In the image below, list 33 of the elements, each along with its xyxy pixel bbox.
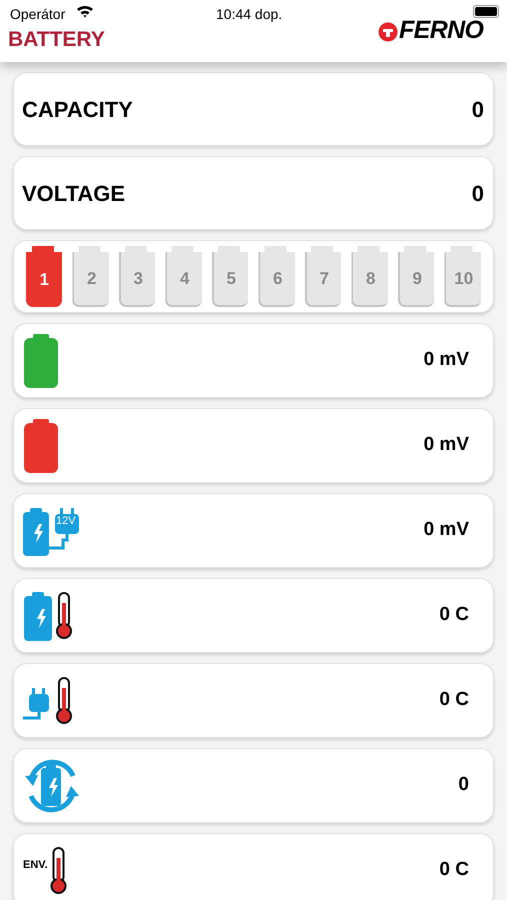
reading-value: 0 mV — [424, 518, 469, 542]
thermometer-icon — [48, 846, 69, 896]
battery-icon — [23, 334, 59, 388]
reading-value: 0 C — [439, 688, 469, 712]
battery-tab[interactable]: 5 — [212, 246, 248, 307]
battery-icon — [23, 418, 59, 472]
battery-tab[interactable]: 10 — [444, 246, 481, 307]
logo-mark-icon — [378, 22, 398, 42]
battery-status-icon — [473, 5, 499, 18]
summary-value: 0 — [472, 96, 484, 124]
summary-label: CAPACITY — [22, 96, 133, 124]
battery-tab[interactable]: 6 — [258, 246, 295, 307]
battery-tab[interactable]: 7 — [304, 246, 342, 307]
reading-value: 0 — [458, 773, 469, 798]
battery-tab[interactable]: 2 — [72, 246, 109, 307]
battery-tab[interactable]: 3 — [118, 246, 156, 307]
reading-value: 0 C — [439, 603, 469, 628]
status-time: 10:44 dop. — [216, 5, 282, 24]
reading-value: 0 C — [439, 858, 469, 882]
carrier-name: Operátor — [10, 5, 66, 24]
summary-label: VOLTAGE — [22, 180, 126, 208]
brand-logo: FERNO — [399, 18, 484, 43]
voltage-label: 12V — [56, 516, 76, 526]
summary-value: 0 — [472, 180, 484, 208]
battery-tab[interactable]: 4 — [165, 246, 202, 307]
wifi-icon — [76, 4, 94, 18]
env-label: ENV. — [23, 858, 48, 873]
battery-tab[interactable]: 8 — [351, 246, 388, 307]
battery-tab[interactable]: 9 — [398, 246, 434, 307]
reading-value: 0 mV — [424, 433, 469, 458]
reading-value: 0 mV — [424, 348, 469, 372]
page-title: BATTERY — [8, 29, 105, 50]
battery-tab[interactable]: 1 — [26, 246, 62, 307]
